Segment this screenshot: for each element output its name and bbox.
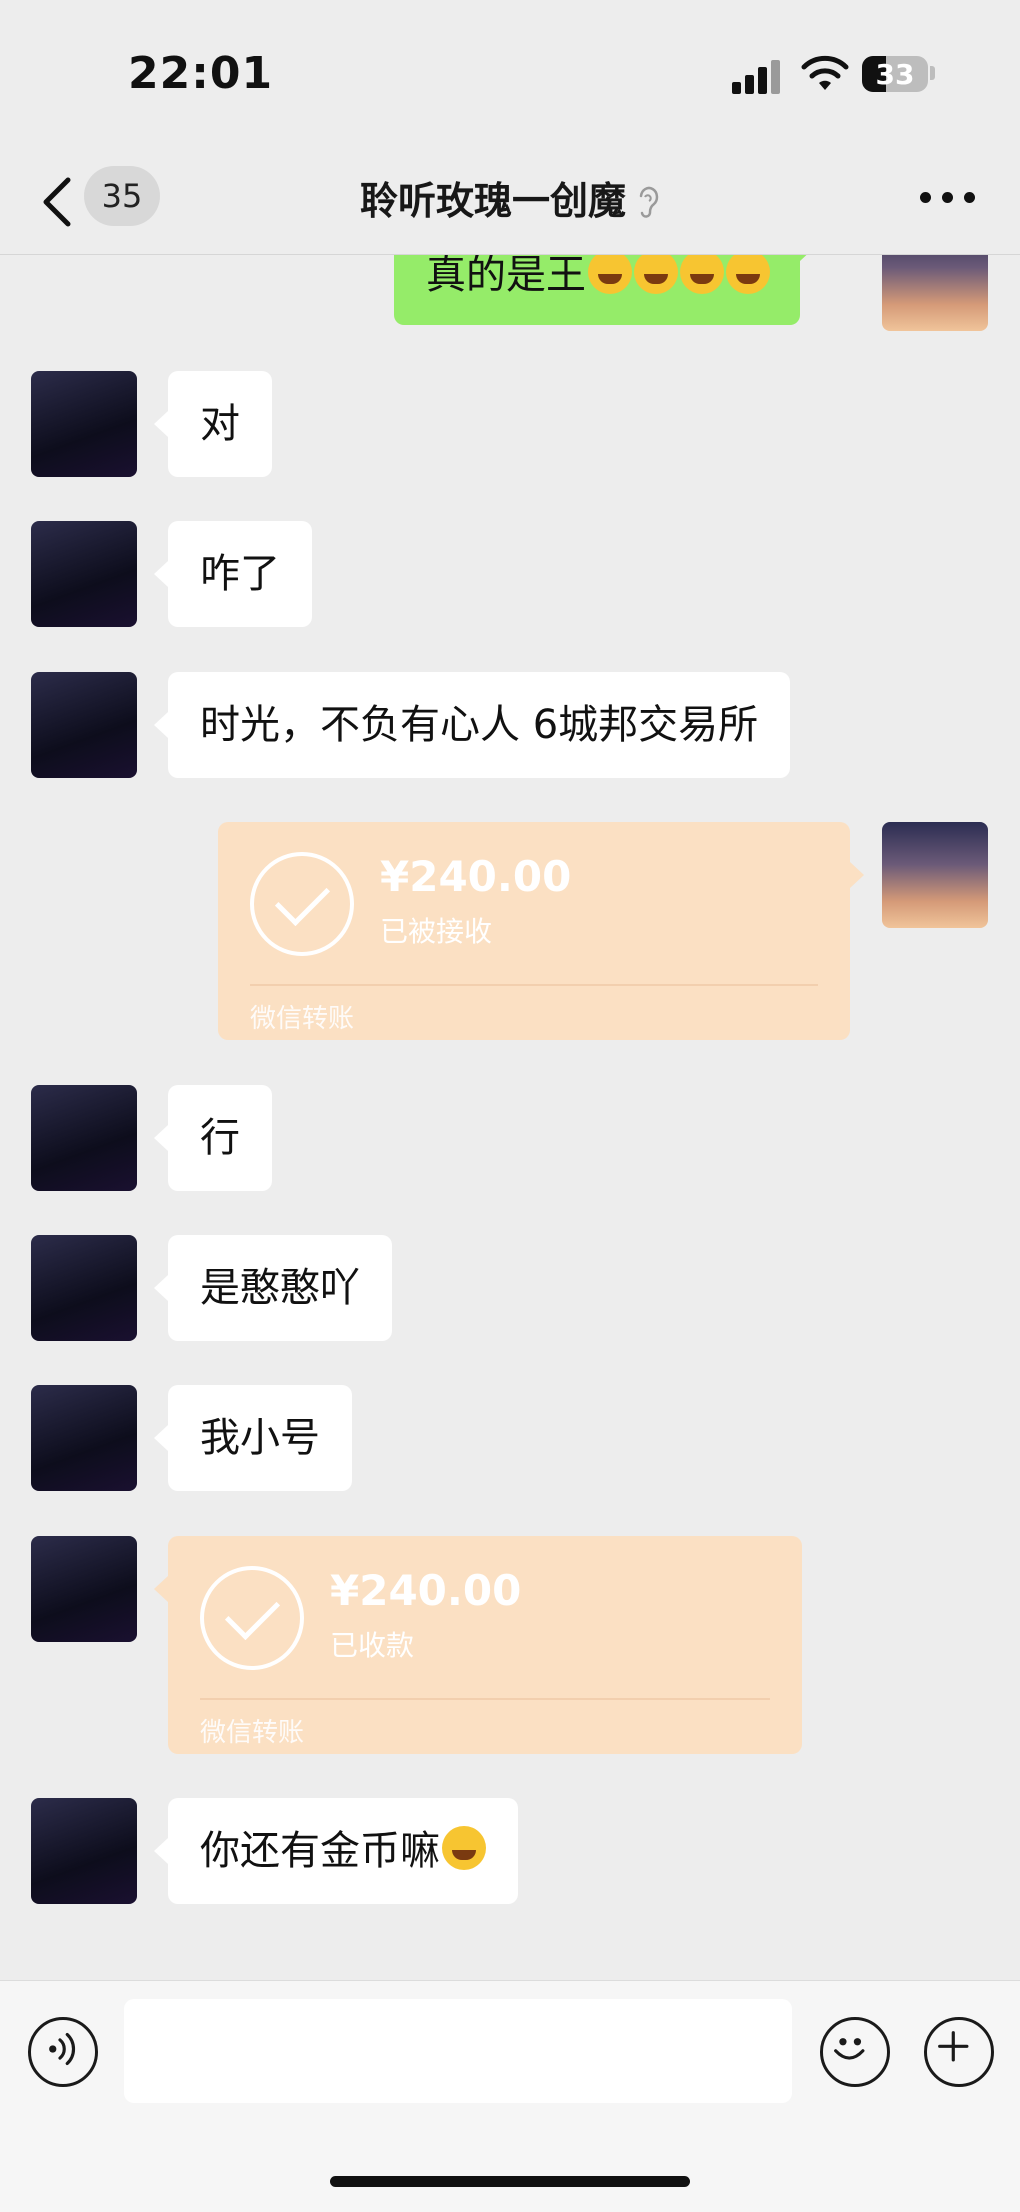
transfer-status: 已被接收 xyxy=(380,915,493,948)
avatar-other[interactable] xyxy=(31,672,137,778)
message-bubble-other[interactable]: 行 xyxy=(154,1085,272,1191)
avatar-self[interactable] xyxy=(882,255,988,331)
chat-title[interactable]: 聆听玫瑰一创魔 xyxy=(280,170,740,225)
status-bar: 22:01 33 xyxy=(0,0,1020,150)
laughing-emoji-icon xyxy=(726,255,770,294)
plus-icon[interactable] xyxy=(924,2017,994,2087)
message-bubble-other[interactable]: 时光，不负有心人 6城邦交易所 xyxy=(153,672,791,778)
avatar-self[interactable] xyxy=(882,822,988,928)
transfer-card-other[interactable]: ¥240.00 已收款 微信转账 xyxy=(154,1536,802,1754)
signal-icon xyxy=(732,58,782,94)
chat-header: 35 聆听玫瑰一创魔 xyxy=(0,150,1020,255)
message-bubble-other[interactable]: 你还有金币嘛 xyxy=(154,1798,518,1904)
message-text: 真的是王 xyxy=(426,255,586,298)
emoji-icon[interactable] xyxy=(820,2017,890,2087)
message-text: 我小号 xyxy=(200,1415,320,1461)
message-bubble-other[interactable]: 对 xyxy=(154,371,272,477)
battery-icon: 33 xyxy=(862,56,928,92)
transfer-card-self[interactable]: ¥240.00 已被接收 微信转账 xyxy=(218,822,864,1040)
battery-tip xyxy=(930,66,935,80)
wifi-icon xyxy=(801,55,849,90)
check-circle-icon xyxy=(200,1566,304,1670)
avatar-other[interactable] xyxy=(31,1085,137,1191)
message-list[interactable]: 真的是王 对 咋了 时光，不负有心人 6城邦交易所 ¥240.00 已被接收 微… xyxy=(0,255,1020,1980)
message-bubble-other[interactable]: 是憨憨吖 xyxy=(154,1235,392,1341)
avatar-other[interactable] xyxy=(31,371,137,477)
message-text: 对 xyxy=(200,401,240,447)
check-circle-icon xyxy=(250,852,354,956)
laughing-emoji-icon xyxy=(680,255,724,294)
message-text: 时光，不负有心人 6城邦交易所 xyxy=(200,702,759,748)
laughing-emoji-icon xyxy=(634,255,678,294)
transfer-status: 已收款 xyxy=(330,1629,415,1662)
battery-level: 33 xyxy=(875,58,915,91)
avatar-other[interactable] xyxy=(31,521,137,627)
message-bubble-other[interactable]: 我小号 xyxy=(154,1385,352,1491)
home-indicator[interactable] xyxy=(330,2176,690,2187)
message-text: 是憨憨吖 xyxy=(200,1265,360,1311)
transfer-amount: ¥240.00 xyxy=(330,1566,522,1615)
transfer-divider xyxy=(200,1698,770,1700)
crying-laughing-emoji-icon xyxy=(442,1826,486,1870)
message-text: 你还有金币嘛 xyxy=(200,1828,440,1874)
message-text: 咋了 xyxy=(200,551,280,597)
unread-count-badge[interactable]: 35 xyxy=(84,166,160,226)
message-bubble-other[interactable]: 咋了 xyxy=(154,521,312,627)
status-time: 22:01 xyxy=(128,48,274,99)
chat-title-text: 聆听玫瑰一创魔 xyxy=(359,179,626,223)
transfer-amount: ¥240.00 xyxy=(380,852,572,901)
avatar-other[interactable] xyxy=(31,1798,137,1904)
message-bubble-self[interactable]: 真的是王 xyxy=(394,255,814,325)
message-text: 行 xyxy=(200,1115,240,1161)
avatar-other[interactable] xyxy=(31,1235,137,1341)
more-icon[interactable] xyxy=(920,192,976,208)
transfer-divider xyxy=(250,984,818,986)
message-input[interactable] xyxy=(124,1999,792,2103)
chevron-left-icon[interactable] xyxy=(38,174,78,230)
transfer-brand: 微信转账 xyxy=(200,1718,305,1748)
voice-icon[interactable] xyxy=(28,2017,98,2087)
wink-emoji-icon xyxy=(588,255,632,294)
transfer-brand: 微信转账 xyxy=(250,1004,355,1034)
avatar-other[interactable] xyxy=(31,1536,137,1642)
avatar-other[interactable] xyxy=(31,1385,137,1491)
ear-icon xyxy=(639,186,659,218)
